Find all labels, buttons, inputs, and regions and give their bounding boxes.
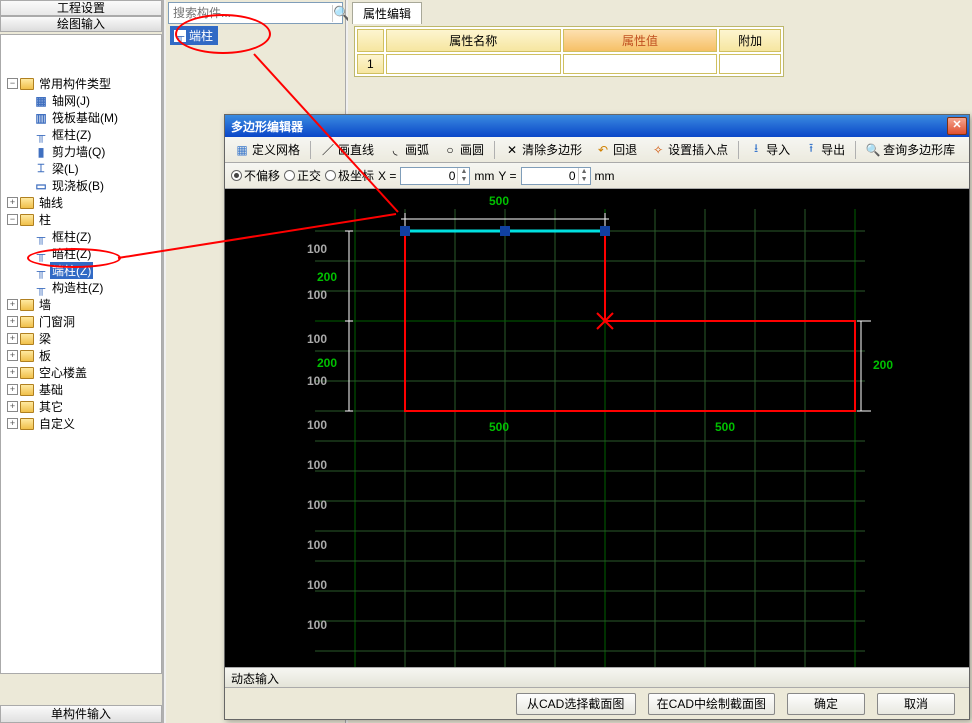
toolbar-coord: 不偏移 正交 极坐标 X = 0▲▼ mm Y = 0▲▼ mm [225,163,969,189]
svg-text:100: 100 [307,374,327,388]
draw-input-tab[interactable]: 绘图输入 [0,16,162,32]
drawing-canvas[interactable]: 500 100 200 100 100 200 100 100 100 100 … [225,189,969,667]
col-propval[interactable]: 属性值 [563,29,717,52]
svg-text:100: 100 [575,665,595,667]
btn-cancel[interactable]: 取消 [877,693,955,715]
tree-hollow[interactable]: +空心楼盖 [5,364,161,381]
btn-export[interactable]: ⭱导出 [798,138,851,161]
row-num: 1 [357,54,384,74]
close-icon[interactable]: ✕ [947,117,967,135]
svg-text:200: 200 [873,358,893,372]
tree-slab[interactable]: ▭现浇板(B) [5,177,161,194]
tree-shearwall[interactable]: ▮剪力墙(Q) [5,143,161,160]
tree-raft[interactable]: ▥筏板基础(M) [5,109,161,126]
x-label: X = [378,169,396,183]
component-tree: −常用构件类型 ▦轴网(J) ▥筏板基础(M) ╥框柱(Z) ▮剪力墙(Q) ⌶… [0,34,162,674]
svg-text:100: 100 [525,665,545,667]
radio-polar[interactable]: 极坐标 [325,167,374,184]
svg-text:100: 100 [307,288,327,302]
svg-text:100: 100 [307,458,327,472]
selected-component[interactable]: ╥ 端柱 [170,26,218,45]
tree-axis[interactable]: +轴线 [5,194,161,211]
svg-text:100: 100 [475,665,495,667]
svg-text:100: 100 [675,665,695,667]
tree-framecol[interactable]: ╥框柱(Z) [5,126,161,143]
y-input[interactable]: 0▲▼ [521,167,591,185]
tree-foundation[interactable]: +基础 [5,381,161,398]
proj-settings-header[interactable]: 工程设置 [0,0,162,16]
polygon-editor-dialog: 多边形编辑器 ✕ ▦定义网格 ／画直线 ◟画弧 ○画圆 ✕清除多边形 ↶回退 ✧… [224,114,970,720]
btn-ok[interactable]: 确定 [787,693,865,715]
btn-set-insert[interactable]: ✧设置插入点 [645,138,734,161]
canvas-svg: 500 100 200 100 100 200 100 100 100 100 … [225,189,969,667]
tree-slab2[interactable]: +板 [5,347,161,364]
btn-draw-circle[interactable]: ○画圆 [437,138,490,161]
tree-col-frame[interactable]: ╥框柱(Z) [5,228,161,245]
btn-draw-arc[interactable]: ◟画弧 [382,138,435,161]
tree-other[interactable]: +其它 [5,398,161,415]
column-icon: ╥ [174,30,186,42]
prop-name-cell[interactable] [386,54,561,74]
btn-query-lib[interactable]: 🔍查询多边形库 [860,138,961,161]
btn-import[interactable]: ⭳导入 [743,138,796,161]
dialog-title: 多边形编辑器 [231,118,303,135]
prop-add-cell[interactable] [719,54,781,74]
y-unit: mm [595,169,615,183]
tree-beam[interactable]: ⌶梁(L) [5,160,161,177]
svg-text:100: 100 [425,665,445,667]
svg-text:100: 100 [307,332,327,346]
radio-ortho[interactable]: 正交 [284,167,321,184]
svg-text:100: 100 [825,665,845,667]
svg-text:100: 100 [307,242,327,256]
col-propname[interactable]: 属性名称 [386,29,561,52]
svg-text:100: 100 [307,498,327,512]
btn-define-grid[interactable]: ▦定义网格 [229,138,306,161]
tree-col-end[interactable]: ╥端柱(Z) [5,262,161,279]
tree-col-constr[interactable]: ╥构造柱(Z) [5,279,161,296]
svg-text:100: 100 [725,665,745,667]
btn-cad-select[interactable]: 从CAD选择截面图 [516,693,636,715]
tree-axisnet[interactable]: ▦轴网(J) [5,92,161,109]
search-input[interactable] [169,4,332,22]
svg-text:200: 200 [317,356,337,370]
search-box: 🔍 [168,2,343,24]
svg-text:100: 100 [625,665,645,667]
prop-table: 属性名称属性值附加 1 [354,26,784,77]
selected-label: 端柱 [189,27,213,44]
btn-cad-draw[interactable]: 在CAD中绘制截面图 [648,693,775,715]
x-unit: mm [474,169,494,183]
btn-clear-poly[interactable]: ✕清除多边形 [499,138,588,161]
tree-col-hidden[interactable]: ╥暗柱(Z) [5,245,161,262]
toolbar-main: ▦定义网格 ／画直线 ◟画弧 ○画圆 ✕清除多边形 ↶回退 ✧设置插入点 ⭳导入… [225,137,969,163]
tree-beam2[interactable]: +梁 [5,330,161,347]
prop-val-cell[interactable] [563,54,717,74]
single-input-tab[interactable]: 单构件输入 [0,705,162,723]
tree-column[interactable]: −柱 [5,211,161,228]
svg-text:200: 200 [317,270,337,284]
x-input[interactable]: 0▲▼ [400,167,470,185]
status-bar: 动态输入 [225,667,969,687]
svg-text:100: 100 [307,418,327,432]
tree-root[interactable]: −常用构件类型 [5,75,161,92]
tree-opening[interactable]: +门窗洞 [5,313,161,330]
svg-text:100: 100 [375,665,395,667]
left-panel: 工程设置 绘图输入 −常用构件类型 ▦轴网(J) ▥筏板基础(M) ╥框柱(Z)… [0,0,164,723]
tree-wall[interactable]: +墙 [5,296,161,313]
svg-text:500: 500 [715,420,735,434]
col-propadd[interactable]: 附加 [719,29,781,52]
y-label: Y = [498,169,516,183]
dialog-buttons: 从CAD选择截面图 在CAD中绘制截面图 确定 取消 [225,687,969,719]
prop-edit-tab[interactable]: 属性编辑 [352,2,422,24]
radio-no-offset[interactable]: 不偏移 [231,167,280,184]
svg-text:100: 100 [307,538,327,552]
dialog-titlebar[interactable]: 多边形编辑器 ✕ [225,115,969,137]
btn-undo[interactable]: ↶回退 [590,138,643,161]
svg-text:500: 500 [489,420,509,434]
svg-text:500: 500 [489,194,509,208]
tree-custom[interactable]: +自定义 [5,415,161,432]
svg-text:100: 100 [307,578,327,592]
svg-text:100: 100 [307,618,327,632]
svg-text:100: 100 [775,665,795,667]
btn-draw-line[interactable]: ／画直线 [315,138,380,161]
